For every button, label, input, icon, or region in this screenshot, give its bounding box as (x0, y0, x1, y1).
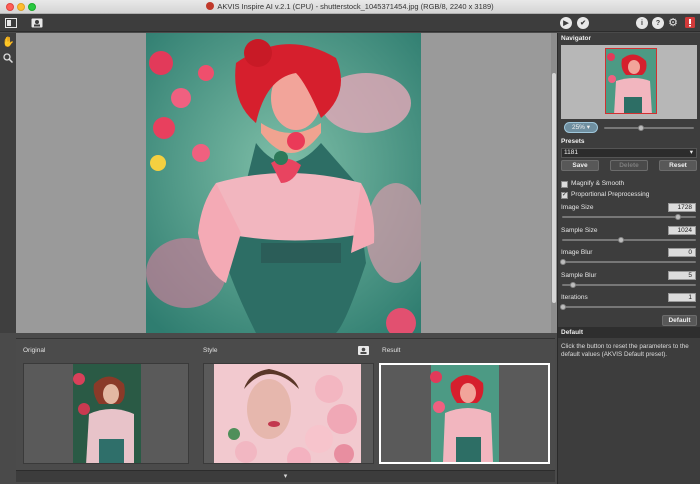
help-text: Click the button to reset the parameters… (561, 343, 689, 358)
param-value-field[interactable]: 5 (668, 270, 696, 280)
top-toolbar: ▶ ✔ i ? ⚙ (0, 14, 700, 32)
navigator-preview (605, 48, 657, 114)
help-icon[interactable]: ? (652, 17, 664, 29)
param-value-field[interactable]: 1728 (668, 203, 696, 212)
window-title: AKVIS Inspire AI v.2.1 (CPU) - shutterst… (217, 2, 494, 11)
preset-selected-value: 1181 (564, 149, 578, 156)
chevron-down-icon: ▾ (689, 149, 693, 156)
param-value-field[interactable]: 1024 (668, 225, 696, 235)
check-icon[interactable]: ✔ (577, 17, 589, 29)
param-slider[interactable] (562, 238, 696, 241)
load-style-icon[interactable] (30, 16, 44, 29)
settings-panel: Navigator 25% ▾ Presets 1181 ▾ Save Dele… (557, 33, 700, 484)
presets-header: Presets (561, 138, 585, 145)
save-preset-button[interactable]: Save (561, 160, 599, 171)
zoom-dropdown[interactable]: 25% ▾ (564, 122, 598, 133)
tools-bar: ✋ (0, 33, 16, 333)
param-slider-knob[interactable] (560, 304, 566, 310)
param-label: Sample Size (561, 226, 598, 234)
param-slider-knob[interactable] (560, 259, 566, 265)
param-slider-knob[interactable] (617, 236, 624, 243)
style-label: Style (203, 347, 218, 354)
param-slider[interactable] (562, 306, 696, 308)
vertical-scroll-thumb[interactable] (552, 73, 556, 303)
param-label: Iterations (561, 294, 588, 301)
result-label: Result (382, 347, 401, 354)
default-button[interactable]: Default (662, 315, 697, 326)
before-after-icon[interactable] (4, 16, 18, 29)
delete-preset-button[interactable]: Delete (610, 160, 648, 171)
magnify-checkbox[interactable] (561, 181, 568, 188)
param-label: Image Blur (561, 249, 593, 256)
play-icon[interactable]: ▶ (560, 17, 572, 29)
hand-tool-icon[interactable]: ✋ (2, 37, 14, 49)
result-thumbnail[interactable] (379, 363, 550, 464)
notification-icon[interactable] (683, 16, 697, 29)
navigator-header: Navigator (561, 35, 591, 42)
help-header: Default (558, 327, 700, 338)
param-value-field[interactable]: 0 (668, 248, 696, 257)
param-label: Sample Blur (561, 271, 597, 279)
zoom-slider[interactable] (604, 127, 694, 129)
collapse-thumbnails-toggle[interactable]: ▾ (16, 470, 555, 482)
proportional-label: Proportional Preprocessing (571, 191, 650, 198)
param-label: Image Size (561, 204, 594, 211)
thumbnails-panel: Original Style Result (16, 338, 555, 470)
style-thumbnail[interactable] (203, 363, 374, 464)
param-slider[interactable] (562, 261, 696, 263)
info-icon[interactable]: i (636, 17, 648, 29)
window-title-wrap: AKVIS Inspire AI v.2.1 (CPU) - shutterst… (0, 2, 700, 11)
image-canvas[interactable] (16, 33, 551, 333)
param-value-field[interactable]: 1 (668, 293, 696, 302)
gear-icon[interactable]: ⚙ (666, 16, 680, 29)
original-thumbnail[interactable] (23, 363, 189, 464)
magnify-label: Magnify & Smooth (571, 180, 625, 187)
original-label: Original (23, 347, 46, 354)
param-slider[interactable] (562, 283, 696, 286)
akvis-logo-icon (206, 2, 215, 10)
preset-dropdown[interactable]: 1181 ▾ (561, 148, 697, 158)
load-style-small-icon[interactable] (356, 344, 370, 357)
zoom-slider-knob[interactable] (637, 125, 644, 131)
param-slider-knob[interactable] (675, 214, 682, 220)
result-image (146, 33, 421, 333)
title-bar: AKVIS Inspire AI v.2.1 (CPU) - shutterst… (0, 0, 700, 14)
proportional-checkbox[interactable]: ✓ (561, 192, 568, 199)
navigator-view[interactable] (561, 45, 697, 119)
reset-preset-button[interactable]: Reset (659, 160, 697, 171)
zoom-tool-icon[interactable] (2, 53, 14, 65)
param-slider-knob[interactable] (570, 281, 577, 288)
